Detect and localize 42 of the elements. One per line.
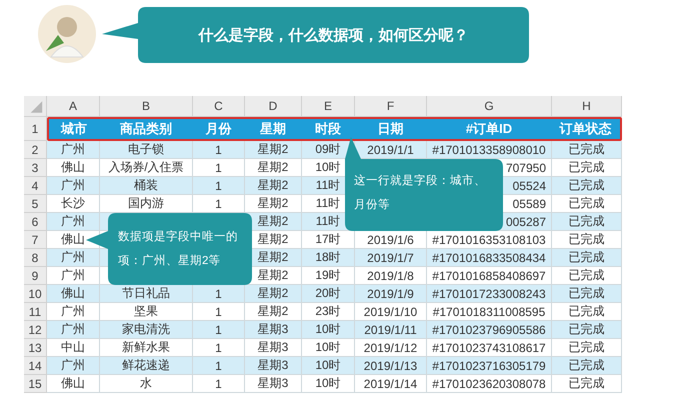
row-header[interactable]: 2 (24, 141, 47, 159)
row-header[interactable]: 11 (24, 303, 47, 321)
row-header[interactable]: 8 (24, 249, 47, 267)
field-name: 月份 (193, 119, 245, 139)
column-header[interactable]: G (427, 96, 552, 117)
row-header[interactable]: 14 (24, 357, 47, 375)
field-name: 商品类别 (100, 119, 193, 139)
column-header[interactable]: B (100, 96, 193, 117)
table-cell: 佛山 (47, 375, 100, 393)
field-name: 日期 (355, 119, 427, 139)
field-name: 星期 (245, 119, 302, 139)
column-header[interactable]: A (47, 96, 100, 117)
row-header[interactable]: 1 (24, 117, 47, 141)
column-header[interactable]: C (193, 96, 245, 117)
column-header[interactable]: F (355, 96, 427, 117)
table-cell: 10时 (302, 375, 355, 393)
row-header[interactable]: 12 (24, 321, 47, 339)
field-name: 时段 (302, 119, 355, 139)
row-header[interactable]: 7 (24, 231, 47, 249)
row-header[interactable]: 13 (24, 339, 47, 357)
table-cell: #1701023620308078 (427, 375, 552, 393)
column-header[interactable]: E (302, 96, 355, 117)
row-header[interactable]: 9 (24, 267, 47, 285)
callout-text: 数据项是字段中唯一的项：广州、星期2等 (118, 229, 239, 269)
field-name: 订单状态 (552, 119, 620, 139)
row-header[interactable]: 15 (24, 375, 47, 393)
question-text: 什么是字段，什么数据项，如何区分呢？ (198, 26, 468, 44)
row-header[interactable]: 10 (24, 285, 47, 303)
field-name: #订单ID (427, 119, 552, 139)
column-header[interactable]: H (552, 96, 622, 117)
row-header[interactable]: 6 (24, 213, 47, 231)
avatar (38, 5, 96, 63)
table-cell: 2019/1/14 (355, 375, 427, 393)
row-header[interactable]: 3 (24, 159, 47, 177)
table-cell: 星期3 (245, 375, 302, 393)
table-cell: 1 (193, 375, 245, 393)
table-cell: 已完成 (552, 375, 622, 393)
row-header[interactable]: 5 (24, 195, 47, 213)
column-header[interactable]: D (245, 96, 302, 117)
row-header[interactable]: 4 (24, 177, 47, 195)
field-name: 城市 (49, 119, 100, 139)
table-cell: 水 (100, 375, 193, 393)
